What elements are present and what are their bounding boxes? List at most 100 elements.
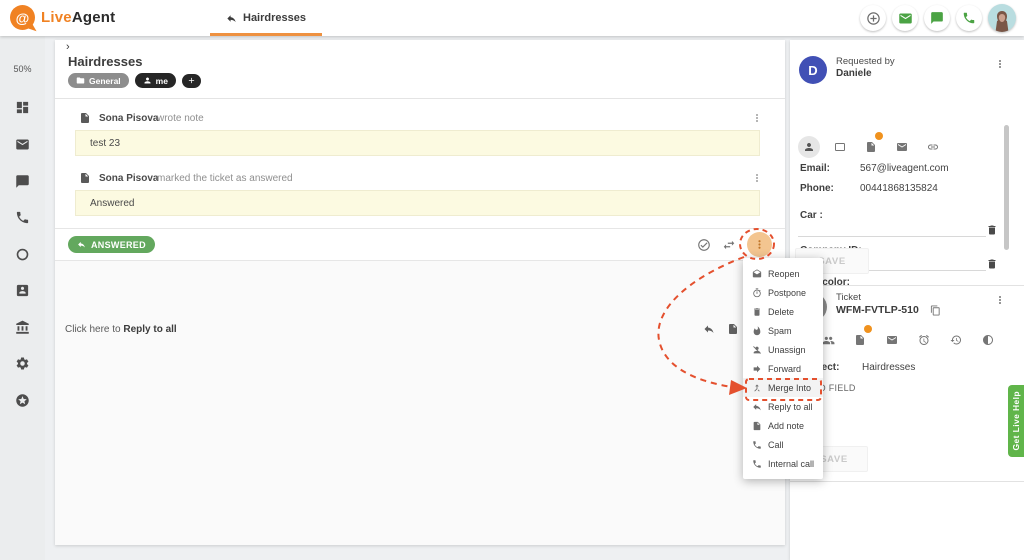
sidebar-item-badges[interactable] (0, 393, 45, 408)
ticket-tab-sla[interactable] (913, 329, 935, 351)
contact-tab-notes[interactable] (860, 136, 882, 158)
ticket-tab-notes[interactable] (849, 329, 871, 351)
reply-zone[interactable]: Click here to Reply to all (55, 260, 785, 545)
topbar-actions (860, 4, 1016, 32)
flame-icon (752, 326, 762, 336)
notification-dot (864, 325, 872, 333)
contact-tab-tickets[interactable] (829, 136, 851, 158)
ticket-main-card: › Hairdresses General me Sona Pisova wro… (55, 40, 785, 545)
kebab-icon[interactable] (751, 172, 763, 184)
more-actions-button[interactable] (747, 232, 772, 257)
note-icon[interactable] (727, 323, 739, 335)
ticket-tab-history[interactable] (945, 329, 967, 351)
bank-icon (15, 320, 30, 335)
subject-value: Hairdresses (862, 362, 915, 373)
ticket-title: Hairdresses (68, 54, 142, 69)
ticket-tab-time[interactable] (977, 329, 999, 351)
phone-icon (15, 210, 30, 225)
ticket-tab-emails[interactable] (881, 329, 903, 351)
menu-item-call[interactable]: Call (743, 435, 823, 454)
history-icon (950, 334, 962, 346)
menu-item-unassign[interactable]: Unassign (743, 340, 823, 359)
add-tag-button[interactable] (182, 74, 201, 88)
copy-icon[interactable] (930, 305, 941, 316)
reply-hint[interactable]: Click here to Reply to all (65, 324, 177, 335)
get-live-help-button[interactable]: Get Live Help (1008, 385, 1024, 457)
folder-icon (76, 76, 85, 85)
liveagent-logo[interactable]: @ LiveAgent (10, 5, 115, 30)
phone-icon (752, 459, 762, 469)
sidebar-item-academy[interactable] (0, 320, 45, 335)
dashboard-icon (15, 100, 30, 115)
tab-hairdresses[interactable]: Hairdresses (210, 0, 322, 36)
gear-icon (15, 356, 30, 371)
new-email-button[interactable] (892, 5, 918, 31)
sidebar-item-contacts[interactable] (0, 283, 45, 298)
menu-item-reopen[interactable]: Reopen (743, 264, 823, 283)
collapse-chevron[interactable]: › (66, 41, 70, 53)
sidebar-item-queue[interactable] (0, 247, 45, 262)
plus-icon (187, 76, 196, 85)
chat-icon (930, 11, 944, 25)
ticket-context-menu: Reopen Postpone Delete Spam Unassign For… (743, 258, 823, 479)
phone-icon (752, 440, 762, 450)
department-tag[interactable]: General (68, 73, 129, 88)
menu-item-forward[interactable]: Forward (743, 359, 823, 378)
user-avatar[interactable] (988, 4, 1016, 32)
sidebar-item-settings[interactable] (0, 356, 45, 371)
reply-icon[interactable] (703, 323, 715, 335)
forward-arrow-icon (752, 364, 762, 374)
kebab-icon[interactable] (994, 58, 1006, 70)
assignee-tag[interactable]: me (135, 73, 176, 88)
new-chat-button[interactable] (924, 5, 950, 31)
menu-item-delete[interactable]: Delete (743, 302, 823, 321)
trash-icon[interactable] (986, 224, 998, 236)
menu-item-reply-to-all[interactable]: Reply to all (743, 397, 823, 416)
requester-name[interactable]: Daniele (836, 68, 872, 79)
car-field-input[interactable] (798, 236, 986, 237)
menu-item-internal-call[interactable]: Internal call (743, 454, 823, 473)
transfer-icon[interactable] (722, 238, 736, 252)
kebab-icon[interactable] (751, 112, 763, 124)
new-call-button[interactable] (956, 5, 982, 31)
note-body: test 23 (75, 130, 760, 156)
contact-tab-links[interactable] (922, 136, 944, 158)
panel-scrollbar[interactable] (1004, 125, 1009, 250)
kebab-icon[interactable] (994, 294, 1006, 306)
requested-by-label: Requested by (836, 56, 895, 67)
liveagent-logo-icon: @ (10, 5, 35, 30)
ticket-actions (697, 232, 772, 257)
plus-circle-icon (866, 11, 881, 26)
email-value[interactable]: 567@liveagent.com (860, 163, 949, 174)
note-icon (752, 421, 762, 431)
email-row: Email: 567@liveagent.com (800, 163, 830, 174)
add-new-button[interactable] (860, 5, 886, 31)
ticket-id[interactable]: WFM-FVTLP-510 (836, 304, 919, 316)
ring-icon (15, 247, 30, 262)
contact-tab-details[interactable] (798, 136, 820, 158)
sidebar-item-chats[interactable] (0, 174, 45, 189)
trash-icon[interactable] (986, 258, 998, 270)
note-icon (79, 172, 91, 184)
liveagent-app: @ LiveAgent Hairdresses 50% (0, 0, 1024, 560)
menu-item-spam[interactable]: Spam (743, 321, 823, 340)
mail-icon (886, 334, 898, 346)
right-detail-panel: D Requested by Daniele Email: 567@liveag… (790, 40, 1024, 560)
chat-icon (15, 174, 30, 189)
contact-tab-emails[interactable] (891, 136, 913, 158)
menu-item-postpone[interactable]: Postpone (743, 283, 823, 302)
mail-icon (898, 11, 913, 26)
phone-value[interactable]: 00441868135824 (860, 183, 938, 194)
message-action: wrote note (157, 113, 204, 124)
message-action: marked the ticket as answered (157, 173, 293, 184)
sidebar-item-calls[interactable] (0, 210, 45, 225)
sidebar-item-dashboard[interactable] (0, 100, 45, 115)
menu-item-add-note[interactable]: Add note (743, 416, 823, 435)
menu-item-merge-into[interactable]: Merge Into (743, 378, 823, 397)
requester-avatar[interactable]: D (799, 56, 827, 84)
resolve-check-icon[interactable] (697, 238, 711, 252)
sidebar-item-tickets[interactable] (0, 137, 45, 152)
note-icon (79, 112, 91, 124)
alarm-icon (918, 334, 930, 346)
phone-icon (962, 11, 976, 25)
